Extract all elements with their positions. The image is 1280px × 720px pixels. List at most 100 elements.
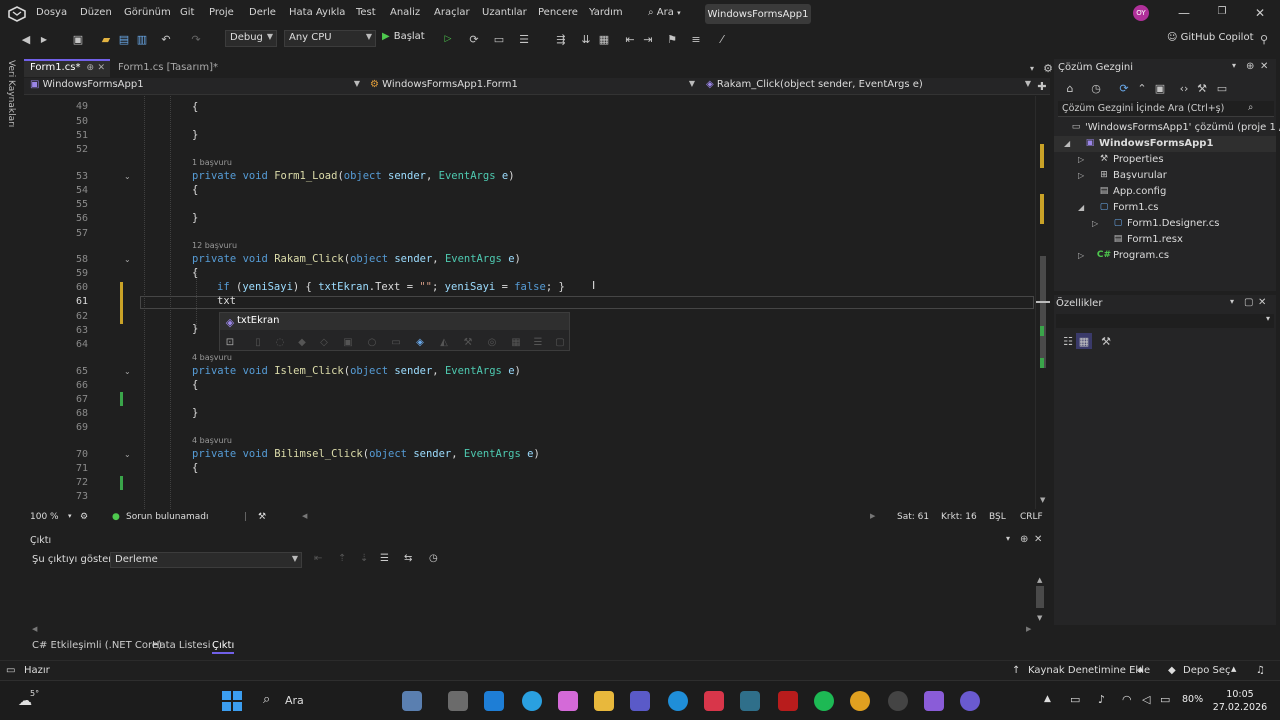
settings-icon[interactable] bbox=[888, 691, 908, 711]
redo-icon[interactable]: ↷ bbox=[188, 31, 204, 47]
browse-icon[interactable]: ▭ bbox=[491, 31, 507, 47]
codelens-references[interactable]: 1 başvuru bbox=[192, 158, 232, 167]
search-menu[interactable]: ⌕ Ara ▾ bbox=[648, 7, 681, 18]
bookmark-icon[interactable]: ⚑ bbox=[664, 31, 680, 47]
save-icon[interactable]: ▤ bbox=[116, 31, 132, 47]
tree-node-references[interactable]: ⊞ Başvurular bbox=[1098, 169, 1167, 181]
filter-icon[interactable]: ◌ bbox=[272, 334, 288, 350]
clock-icon[interactable]: ◷ bbox=[429, 553, 438, 564]
project-dropdown[interactable]: ▣ WindowsFormsApp1 ▼ bbox=[24, 79, 364, 94]
intellisense-item[interactable]: ◈ txtEkran bbox=[220, 313, 569, 330]
member-dropdown[interactable]: ◈ Rakam_Click(object sender, EventArgs e… bbox=[700, 79, 1035, 94]
maximize-icon[interactable]: ▢ bbox=[1244, 297, 1253, 308]
save-all-icon[interactable]: ▥ bbox=[134, 31, 150, 47]
forward-icon[interactable]: ▶ bbox=[36, 31, 52, 47]
tree-node-form1-designer[interactable]: ▢ Form1.Designer.cs bbox=[1112, 217, 1220, 229]
chevron-down-icon[interactable]: ▾ bbox=[1006, 534, 1010, 543]
scroll-left-icon[interactable]: ◀ bbox=[302, 512, 307, 520]
close-icon[interactable]: ✕ bbox=[1034, 534, 1042, 545]
copilot-app-icon[interactable] bbox=[558, 691, 578, 711]
tab-output[interactable]: Çıktı bbox=[212, 640, 235, 654]
file-explorer-icon[interactable] bbox=[594, 691, 614, 711]
visual-studio-icon[interactable] bbox=[924, 691, 944, 711]
editor-vertical-scrollbar[interactable]: ▼ bbox=[1035, 96, 1050, 509]
netflix-icon[interactable] bbox=[778, 691, 798, 711]
tree-node-project[interactable]: ▣ WindowsFormsApp1 bbox=[1084, 137, 1214, 149]
hot-reload-icon[interactable]: ⟳ bbox=[466, 31, 482, 47]
chevron-down-icon[interactable]: ▾ bbox=[1230, 297, 1234, 306]
menu-gorunum[interactable]: Görünüm bbox=[124, 7, 171, 18]
menu-dosya[interactable]: Dosya bbox=[36, 7, 67, 18]
find-message-icon[interactable]: ⇤ bbox=[314, 553, 322, 564]
indent-icon[interactable]: ⇤ bbox=[622, 31, 638, 47]
properties-object-select[interactable]: ▾ bbox=[1056, 314, 1274, 328]
step-icon[interactable]: ⇶ bbox=[553, 31, 569, 47]
teams-icon[interactable] bbox=[630, 691, 650, 711]
menu-proje[interactable]: Proje bbox=[209, 7, 234, 18]
tab-csharp-interactive[interactable]: C# Etkileşimli (.NET Core) bbox=[32, 640, 162, 651]
filter-icon[interactable]: ▭ bbox=[388, 334, 404, 350]
pin-icon[interactable]: ⊕ bbox=[1246, 61, 1254, 72]
volume-icon[interactable]: ◁ bbox=[1142, 693, 1150, 706]
line-indicator[interactable]: Sat: 61 bbox=[897, 512, 929, 522]
configuration-select[interactable]: Debug ▼ bbox=[225, 30, 277, 47]
home-icon[interactable]: ⌂ bbox=[1062, 80, 1078, 96]
fold-chevron-icon[interactable]: ⌄ bbox=[124, 367, 131, 376]
filter-icon[interactable]: ▯ bbox=[250, 334, 266, 350]
undo-icon[interactable]: ↶ bbox=[158, 31, 174, 47]
clear-all-icon[interactable]: ☰ bbox=[380, 553, 389, 564]
platform-select[interactable]: Any CPU ▼ bbox=[284, 30, 376, 47]
collapsed-arrow-icon[interactable]: ▷ bbox=[1078, 155, 1084, 164]
wifi-icon[interactable]: ◠ bbox=[1122, 693, 1132, 706]
tools-icon[interactable]: ⚒ bbox=[1194, 80, 1210, 96]
attach-icon[interactable]: ⇊ bbox=[578, 31, 594, 47]
app-icon[interactable] bbox=[960, 691, 980, 711]
fold-chevron-icon[interactable]: ⌄ bbox=[124, 450, 131, 459]
prev-message-icon[interactable]: ⇡ bbox=[338, 553, 346, 564]
pin-icon[interactable]: ⊕ bbox=[1020, 534, 1028, 545]
categorized-icon[interactable]: ☷ bbox=[1060, 333, 1076, 349]
app-icon[interactable] bbox=[740, 691, 760, 711]
chevron-down-icon[interactable]: ▾ bbox=[1232, 61, 1236, 70]
output-source-select[interactable]: Derleme ▼ bbox=[110, 552, 302, 568]
data-sources-tab[interactable]: Veri Kaynakları bbox=[6, 60, 16, 127]
microphone-icon[interactable]: ♪ bbox=[1098, 693, 1105, 706]
notifications-icon[interactable]: ♫ bbox=[1256, 665, 1265, 676]
scroll-left-icon[interactable]: ◀ bbox=[32, 625, 37, 633]
history-icon[interactable]: ◷ bbox=[1088, 80, 1104, 96]
chevron-down-icon[interactable]: ▾ bbox=[68, 512, 72, 520]
tree-node-app-config[interactable]: ▤ App.config bbox=[1098, 185, 1167, 197]
filter-icon[interactable]: ◭ bbox=[436, 334, 452, 350]
expanded-arrow-icon[interactable]: ◢ bbox=[1078, 203, 1084, 212]
preview-icon[interactable]: ▭ bbox=[1214, 80, 1230, 96]
widgets-icon[interactable] bbox=[402, 691, 422, 711]
tab-error-list[interactable]: Hata Listesi bbox=[152, 640, 211, 651]
sync-icon[interactable]: ⟳ bbox=[1116, 80, 1132, 96]
network-tray-icon[interactable]: ▭ bbox=[1070, 693, 1080, 706]
scrollbar-thumb[interactable] bbox=[1036, 586, 1044, 608]
close-icon[interactable]: ✕ bbox=[1250, 6, 1270, 22]
layout-icon[interactable]: ☰ bbox=[516, 31, 532, 47]
next-message-icon[interactable]: ⇣ bbox=[360, 553, 368, 564]
start-button[interactable]: ▶ Başlat bbox=[382, 31, 425, 42]
codelens-references[interactable]: 12 başvuru bbox=[192, 241, 237, 250]
word-wrap-icon[interactable]: ⇆ bbox=[404, 553, 412, 564]
close-icon[interactable]: ✕ bbox=[1260, 61, 1268, 72]
expand-filter-icon[interactable]: ⊡ bbox=[222, 334, 238, 350]
task-view-icon[interactable] bbox=[448, 691, 468, 711]
scroll-down-icon[interactable]: ▼ bbox=[1037, 614, 1042, 622]
settings-icon[interactable]: ⚙ bbox=[80, 512, 88, 522]
menu-hata-ayikla[interactable]: Hata Ayıkla bbox=[289, 7, 345, 18]
insert-mode-indicator[interactable]: BŞL bbox=[989, 512, 1006, 522]
codelens-references[interactable]: 4 başvuru bbox=[192, 353, 232, 362]
alphabetical-icon[interactable]: ▦ bbox=[1076, 333, 1092, 349]
chevron-down-icon[interactable]: ▾ bbox=[1024, 60, 1040, 76]
feedback-icon[interactable]: ⚲ bbox=[1256, 31, 1272, 47]
output-horizontal-scrollbar[interactable]: ◀ ▶ bbox=[28, 625, 1038, 636]
scroll-right-icon[interactable]: ▶ bbox=[1026, 625, 1031, 633]
menu-analiz[interactable]: Analiz bbox=[390, 7, 420, 18]
fold-chevron-icon[interactable]: ⌄ bbox=[124, 172, 131, 181]
fold-chevron-icon[interactable]: ⌄ bbox=[124, 255, 131, 264]
taskbar-clock[interactable]: 10:05 27.02.2026 bbox=[1212, 688, 1268, 714]
menu-araclar[interactable]: Araçlar bbox=[434, 7, 470, 18]
